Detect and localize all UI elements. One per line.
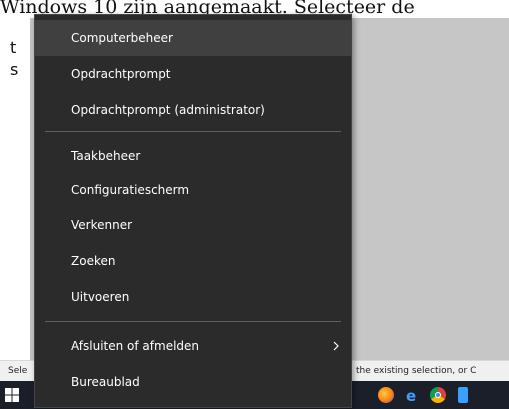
menu-item-label: Opdrachtprompt (administrator) — [71, 103, 265, 117]
menu-item-label: Bureaublad — [71, 375, 140, 389]
menu-item-label: Computerbeheer — [71, 31, 173, 45]
firefox-icon[interactable] — [378, 387, 394, 403]
menu-item-taakbeheer[interactable]: Taakbeheer — [35, 138, 351, 174]
menu-item-label: Configuratiescherm — [71, 183, 190, 197]
menu-item-label: Afsluiten of afmelden — [71, 339, 200, 353]
menu-item-label: Uitvoeren — [71, 290, 130, 304]
document-fragment: s — [10, 60, 19, 79]
menu-item-configuratiescherm[interactable]: Configuratiescherm — [35, 172, 351, 208]
chevron-right-icon — [333, 341, 339, 351]
context-menu: Computerbeheer Opdrachtprompt Opdrachtpr… — [34, 14, 352, 408]
status-text-left: Sele — [8, 366, 28, 376]
menu-item-verkenner[interactable]: Verkenner — [35, 207, 351, 243]
menu-item-opdrachtprompt[interactable]: Opdrachtprompt — [35, 56, 351, 92]
chrome-icon[interactable] — [430, 387, 446, 403]
svg-text:e: e — [406, 387, 416, 403]
start-icon[interactable] — [5, 388, 19, 402]
document-fragment: t — [10, 38, 17, 57]
menu-item-opdrachtprompt-admin[interactable]: Opdrachtprompt (administrator) — [35, 92, 351, 128]
menu-item-label: Opdrachtprompt — [71, 67, 171, 81]
menu-item-label: Zoeken — [71, 254, 116, 268]
menu-item-label: Verkenner — [71, 218, 133, 232]
menu-item-uitvoeren[interactable]: Uitvoeren — [35, 279, 351, 315]
menu-item-computerbeheer[interactable]: Computerbeheer — [35, 20, 351, 56]
edge-icon[interactable]: e — [404, 387, 420, 403]
chrome-center — [435, 392, 441, 398]
menu-separator — [45, 321, 341, 322]
menu-item-afsluiten-of-afmelden[interactable]: Afsluiten of afmelden — [35, 328, 351, 364]
store-icon[interactable] — [458, 387, 468, 403]
menu-item-label: Taakbeheer — [71, 149, 141, 163]
menu-item-zoeken[interactable]: Zoeken — [35, 243, 351, 279]
menu-separator — [45, 131, 341, 132]
menu-item-bureaublad[interactable]: Bureaublad — [35, 364, 351, 400]
background-window — [352, 18, 509, 360]
status-text-right: the existing selection, or C — [356, 366, 477, 376]
